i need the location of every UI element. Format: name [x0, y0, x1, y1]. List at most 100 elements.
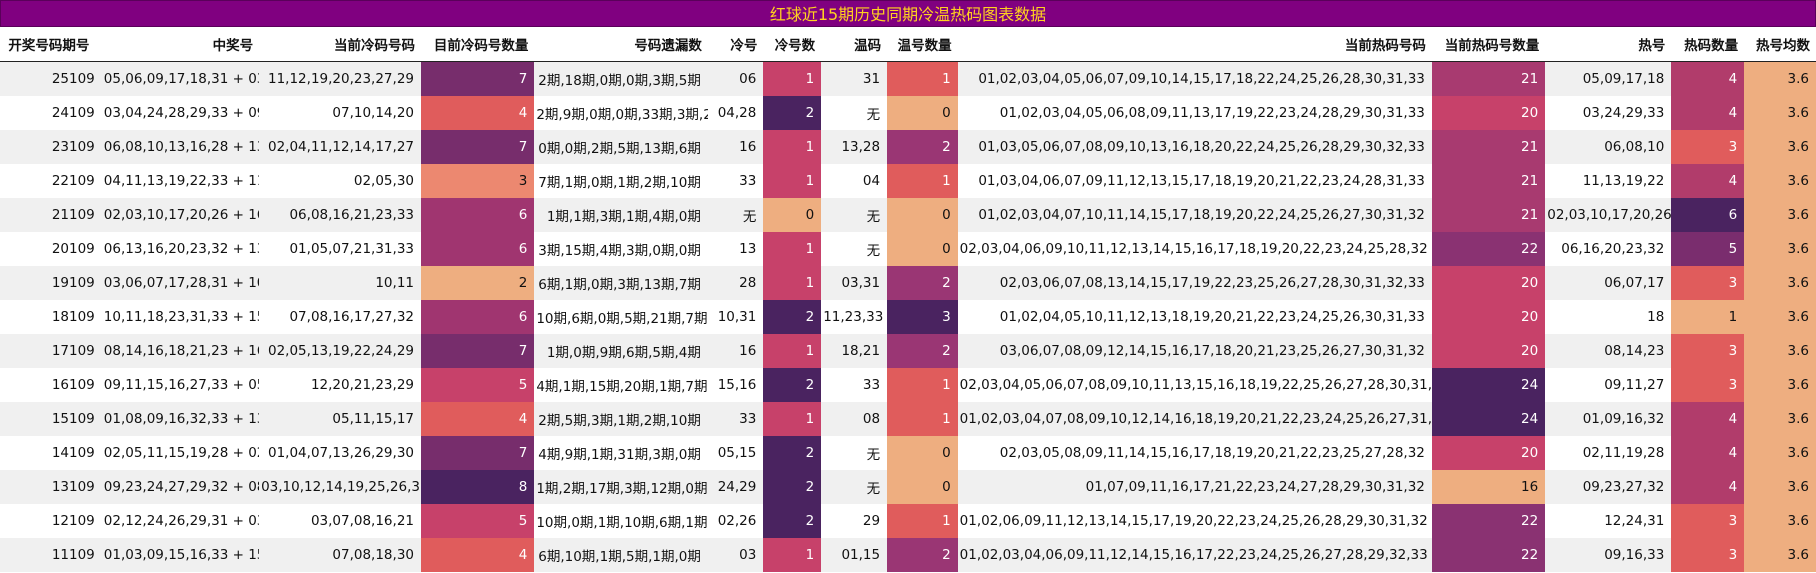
cell-cold-count: 2: [421, 266, 535, 300]
table-title: 红球近15期历史同期冷温热码图表数据: [0, 0, 1816, 27]
cell-hot-count: 24: [1431, 402, 1546, 436]
header-cold-number-count: 冷号数: [763, 27, 822, 62]
cell-missed-counts: 2期,9期,0期,0期,33期,3期,2期: [534, 96, 708, 130]
cell-warm-number: 无: [821, 232, 888, 266]
cell-missed-counts: 4期,9期,1期,31期,3期,0期: [534, 436, 708, 470]
cell-warm-count: 1: [887, 164, 958, 198]
cell-winning-numbers: 02,12,24,26,29,31 + 03: [101, 504, 260, 538]
header-winning-numbers: 中奖号: [101, 27, 260, 62]
cell-hot-number: 01,09,16,32: [1545, 402, 1672, 436]
cell-warm-count: 0: [887, 436, 958, 470]
table-row: 25109 05,06,09,17,18,31 + 03 11,12,19,20,2…: [0, 61, 1816, 96]
cell-hot-numbers: 01,02,06,09,11,12,13,14,15,17,19,20,22,2…: [957, 504, 1432, 538]
cell-hot-number: 03,24,29,33: [1545, 96, 1672, 130]
cell-warm-count: 0: [887, 232, 958, 266]
cell-warm-count: 1: [887, 368, 958, 402]
cell-warm-count: 2: [887, 266, 958, 300]
cell-hot-number: 08,14,23: [1545, 334, 1672, 368]
cell-cold-number: 16: [707, 130, 764, 164]
cell-cold-number-count: 2: [763, 368, 822, 402]
cell-cold-number-count: 1: [763, 164, 822, 198]
cell-hot-count: 20: [1431, 266, 1546, 300]
table-row: 18109 10,11,18,23,31,33 + 15 07,08,16,17,2…: [0, 300, 1816, 334]
cell-warm-count: 1: [887, 61, 958, 96]
cell-hot-average: 3.6: [1744, 300, 1816, 334]
cell-warm-count: 2: [887, 334, 958, 368]
cell-hot-average: 3.6: [1744, 402, 1816, 436]
cell-cold-number-count: 1: [763, 266, 822, 300]
cell-hot-count: 20: [1431, 334, 1546, 368]
cell-hot-numbers: 01,02,03,04,05,06,08,09,11,13,17,19,22,2…: [957, 96, 1432, 130]
cell-hot-numbers: 02,03,05,08,09,11,14,15,16,17,18,19,20,2…: [957, 436, 1432, 470]
cell-hot-number-count: 4: [1671, 402, 1745, 436]
cell-warm-number: 18,21: [821, 334, 888, 368]
cell-missed-counts: 10期,0期,1期,10期,6期,1期: [534, 504, 708, 538]
cell-warm-number: 03,31: [821, 266, 888, 300]
cell-period: 23109: [0, 130, 102, 164]
cell-cold-number-count: 2: [763, 300, 822, 334]
cell-hot-numbers: 01,03,05,06,07,08,09,10,13,16,18,20,22,2…: [957, 130, 1432, 164]
cell-cold-number: 33: [707, 164, 764, 198]
header-hot-number-count: 热码数量: [1671, 27, 1745, 62]
cell-cold-number: 15,16: [707, 368, 764, 402]
cell-period: 22109: [0, 164, 102, 198]
header-hot-number: 热号: [1545, 27, 1672, 62]
cell-winning-numbers: 09,11,15,16,27,33 + 05: [101, 368, 260, 402]
cell-warm-count: 0: [887, 96, 958, 130]
cell-hot-number-count: 3: [1671, 368, 1745, 402]
cell-missed-counts: 3期,15期,4期,3期,0期,0期: [534, 232, 708, 266]
cell-winning-numbers: 01,08,09,16,32,33 + 13: [101, 402, 260, 436]
cell-missed-counts: 2期,5期,3期,1期,2期,10期: [534, 402, 708, 436]
cell-hot-number: 09,23,27,32: [1545, 470, 1672, 504]
cell-hot-average: 3.6: [1744, 61, 1816, 96]
cell-warm-number: 无: [821, 198, 888, 232]
header-cold-numbers: 当前冷码号码: [259, 27, 421, 62]
cell-hot-number-count: 3: [1671, 334, 1745, 368]
cell-warm-count: 1: [887, 402, 958, 436]
cell-cold-count: 6: [421, 300, 535, 334]
cell-cold-number-count: 1: [763, 130, 822, 164]
cell-cold-count: 7: [421, 61, 535, 96]
cell-cold-number: 28: [707, 266, 764, 300]
cell-cold-numbers: 11,12,19,20,23,27,29: [259, 61, 421, 96]
cell-hot-number-count: 3: [1671, 538, 1745, 572]
cell-cold-number: 33: [707, 402, 764, 436]
cell-hot-average: 3.6: [1744, 334, 1816, 368]
cell-cold-numbers: 02,04,11,12,14,17,27: [259, 130, 421, 164]
cell-hot-numbers: 02,03,04,06,09,10,11,12,13,14,15,16,17,1…: [957, 232, 1432, 266]
cell-cold-count: 4: [421, 96, 535, 130]
cell-hot-numbers: 02,03,04,05,06,07,08,09,10,11,13,15,16,1…: [957, 368, 1432, 402]
header-hot-count: 当前热码号数量: [1431, 27, 1546, 62]
cell-winning-numbers: 03,04,24,28,29,33 + 09: [101, 96, 260, 130]
cell-hot-average: 3.6: [1744, 368, 1816, 402]
header-hot-numbers: 当前热码号码: [957, 27, 1432, 62]
cell-hot-count: 16: [1431, 470, 1546, 504]
cell-cold-number: 24,29: [707, 470, 764, 504]
cell-hot-number: 02,03,10,17,20,26: [1545, 198, 1672, 232]
cell-winning-numbers: 02,03,10,17,20,26 + 16: [101, 198, 260, 232]
cell-hot-average: 3.6: [1744, 130, 1816, 164]
cell-hot-number-count: 3: [1671, 130, 1745, 164]
cell-hot-numbers: 01,02,04,05,10,11,12,13,18,19,20,21,22,2…: [957, 300, 1432, 334]
cell-warm-count: 2: [887, 130, 958, 164]
cell-hot-number: 06,07,17: [1545, 266, 1672, 300]
cell-warm-count: 2: [887, 538, 958, 572]
cell-hot-count: 21: [1431, 130, 1546, 164]
cell-period: 21109: [0, 198, 102, 232]
cell-cold-number-count: 1: [763, 402, 822, 436]
cell-missed-counts: 1期,1期,3期,1期,4期,0期: [534, 198, 708, 232]
cell-period: 15109: [0, 402, 102, 436]
cell-cold-number-count: 2: [763, 470, 822, 504]
cell-warm-number: 01,15: [821, 538, 888, 572]
table-row: 14109 02,05,11,15,19,28 + 02 01,04,07,13,2…: [0, 436, 1816, 470]
cell-warm-count: 3: [887, 300, 958, 334]
cell-cold-count: 6: [421, 232, 535, 266]
cell-winning-numbers: 03,06,07,17,28,31 + 10: [101, 266, 260, 300]
cell-cold-numbers: 07,10,14,20: [259, 96, 421, 130]
table-row: 13109 09,23,24,27,29,32 + 08 03,10,12,14,1…: [0, 470, 1816, 504]
header-missed-counts: 号码遗漏数: [534, 27, 708, 62]
header-cold-count: 目前冷码号数量: [421, 27, 535, 62]
cell-hot-number-count: 3: [1671, 504, 1745, 538]
cell-period: 20109: [0, 232, 102, 266]
cell-cold-number-count: 2: [763, 436, 822, 470]
